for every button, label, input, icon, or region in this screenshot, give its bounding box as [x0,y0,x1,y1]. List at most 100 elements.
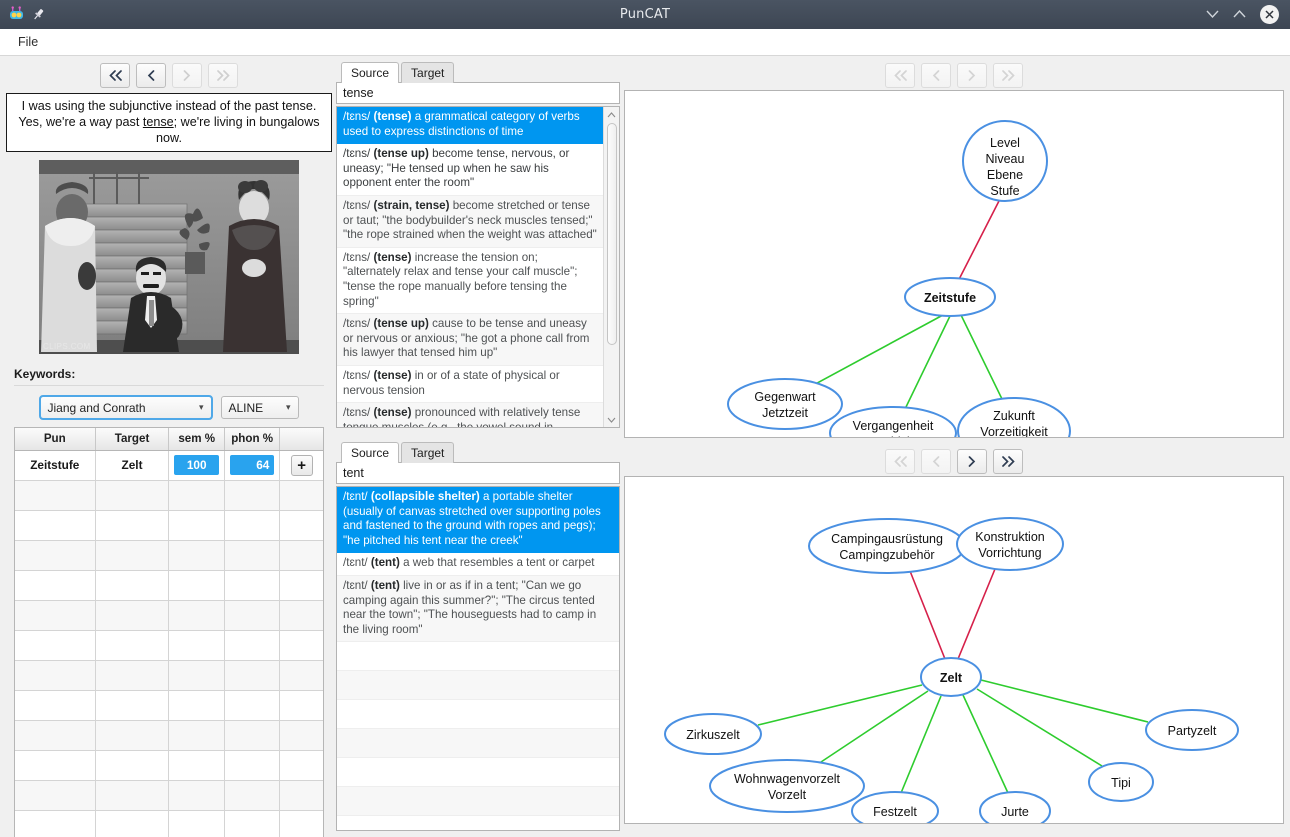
list-item[interactable] [337,816,619,830]
table-row[interactable] [15,540,323,571]
search-input-top[interactable]: tense [336,82,620,104]
list-item[interactable]: /tɛns/ (strain, tense) become stretched … [337,195,603,248]
cell-pun[interactable] [15,750,96,781]
tab-target-bottom[interactable]: Target [401,442,455,463]
cell-target[interactable] [95,570,170,601]
cell-sem[interactable] [168,570,225,601]
tab-source-top[interactable]: Source [341,62,400,83]
cell-target[interactable] [95,480,170,511]
cell-sem[interactable] [168,810,225,837]
cell-pun[interactable] [15,600,96,631]
cell-phon[interactable] [224,660,281,691]
table-row[interactable] [15,480,323,511]
target-graph-prev-button[interactable] [921,448,951,474]
cell-target[interactable] [95,510,170,541]
cell-pun[interactable]: Zeitstufe [15,450,96,481]
target-graph-next-button[interactable] [957,448,987,474]
cell-sem[interactable] [168,630,225,661]
source-graph-last-button[interactable] [993,62,1023,88]
cell-pun[interactable] [15,480,96,511]
cell-sem[interactable] [168,540,225,571]
table-row[interactable] [15,690,323,721]
cell-phon[interactable] [224,750,281,781]
cell-sem[interactable] [168,780,225,811]
table-row[interactable] [15,510,323,541]
column-header-pun[interactable]: Pun [15,428,96,451]
cell-phon[interactable] [224,600,281,631]
cell-sem[interactable] [168,600,225,631]
minimize-button[interactable] [1206,8,1219,21]
target-graph-first-button[interactable] [885,448,915,474]
chevron-down-icon[interactable] [604,412,619,427]
maximize-button[interactable] [1233,8,1246,21]
source-graph-prev-button[interactable] [921,62,951,88]
cell-phon[interactable] [224,510,281,541]
add-keyword-button[interactable]: + [290,454,313,476]
cell-sem[interactable] [168,690,225,721]
table-row[interactable] [15,660,323,691]
list-item[interactable] [337,700,619,730]
cell-target[interactable] [95,660,170,691]
cell-target[interactable] [95,600,170,631]
list-item[interactable] [337,729,619,759]
table-row[interactable] [15,600,323,631]
cell-pun[interactable] [15,510,96,541]
table-row[interactable] [15,570,323,601]
table-row[interactable] [15,630,323,661]
cell-sem[interactable] [168,480,225,511]
list-item[interactable]: /tɛns/ (tense) in or of a state of physi… [337,366,603,404]
list-item[interactable]: /tɛnt/ (tent) live in or as if in a tent… [337,575,619,643]
cell-sem[interactable] [168,660,225,691]
list-item[interactable] [337,642,619,672]
phonetic-measure-select[interactable]: ALINE ▾ [220,396,299,419]
cell-phon[interactable]: 64 [224,450,281,481]
target-graph-last-button[interactable] [993,448,1023,474]
table-row[interactable] [15,780,323,811]
table-row[interactable] [15,750,323,781]
list-item[interactable] [337,671,619,701]
list-item[interactable]: /tɛnt/ (tent) a web that resembles a ten… [337,553,619,576]
tab-source-bottom[interactable]: Source [341,442,400,463]
list-item[interactable]: /tɛns/ (tense) increase the tension on; … [337,248,603,315]
cell-target[interactable] [95,810,170,837]
cell-target[interactable] [95,780,170,811]
cell-pun[interactable] [15,540,96,571]
cell-sem[interactable] [168,750,225,781]
cell-pun[interactable] [15,690,96,721]
source-graph-first-button[interactable] [885,62,915,88]
cell-sem[interactable] [168,510,225,541]
cell-target[interactable] [95,720,170,751]
search-input-bottom[interactable]: tent [336,462,620,484]
pushpin-icon[interactable] [31,7,46,22]
target-semantic-graph[interactable]: Campingausrüstung Campingzubehör Konstru… [624,476,1284,824]
vertical-scrollbar-top[interactable] [603,107,619,427]
cell-pun[interactable] [15,780,96,811]
cell-pun[interactable] [15,630,96,661]
tab-target-top[interactable]: Target [401,62,455,83]
cell-phon[interactable] [224,540,281,571]
table-row[interactable]: Zeitstufe Zelt 100 64 + [15,450,323,481]
list-item[interactable] [337,758,619,788]
cell-target[interactable] [95,750,170,781]
cell-phon[interactable] [224,780,281,811]
list-item[interactable]: /tɛnt/ (collapsible shelter) a portable … [337,487,619,554]
semantic-measure-select[interactable]: Jiang and Conrath ▾ [38,395,213,420]
cell-phon[interactable] [224,810,281,837]
source-graph-next-button[interactable] [957,62,987,88]
cell-phon[interactable] [224,630,281,661]
table-row[interactable] [15,720,323,751]
cell-sem[interactable] [168,720,225,751]
column-header-target[interactable]: Target [95,428,170,451]
list-item[interactable]: /tɛns/ (tense up) become tense, nervous,… [337,144,603,196]
scrollbar-thumb-top[interactable] [607,123,617,345]
column-header-sem[interactable]: sem % [168,428,225,451]
cell-pun[interactable] [15,810,96,837]
list-item[interactable]: /tɛns/ (tense up) cause to be tense and … [337,314,603,366]
nav-prev-button[interactable] [136,62,166,88]
column-header-phon[interactable]: phon % [224,428,281,451]
definition-list-bottom[interactable]: /tɛnt/ (collapsible shelter) a portable … [336,486,620,831]
close-button[interactable] [1260,5,1279,24]
definition-list-top[interactable]: /tɛns/ (tense) a grammatical category of… [336,106,620,428]
nav-next-button[interactable] [172,62,202,88]
cell-phon[interactable] [224,720,281,751]
